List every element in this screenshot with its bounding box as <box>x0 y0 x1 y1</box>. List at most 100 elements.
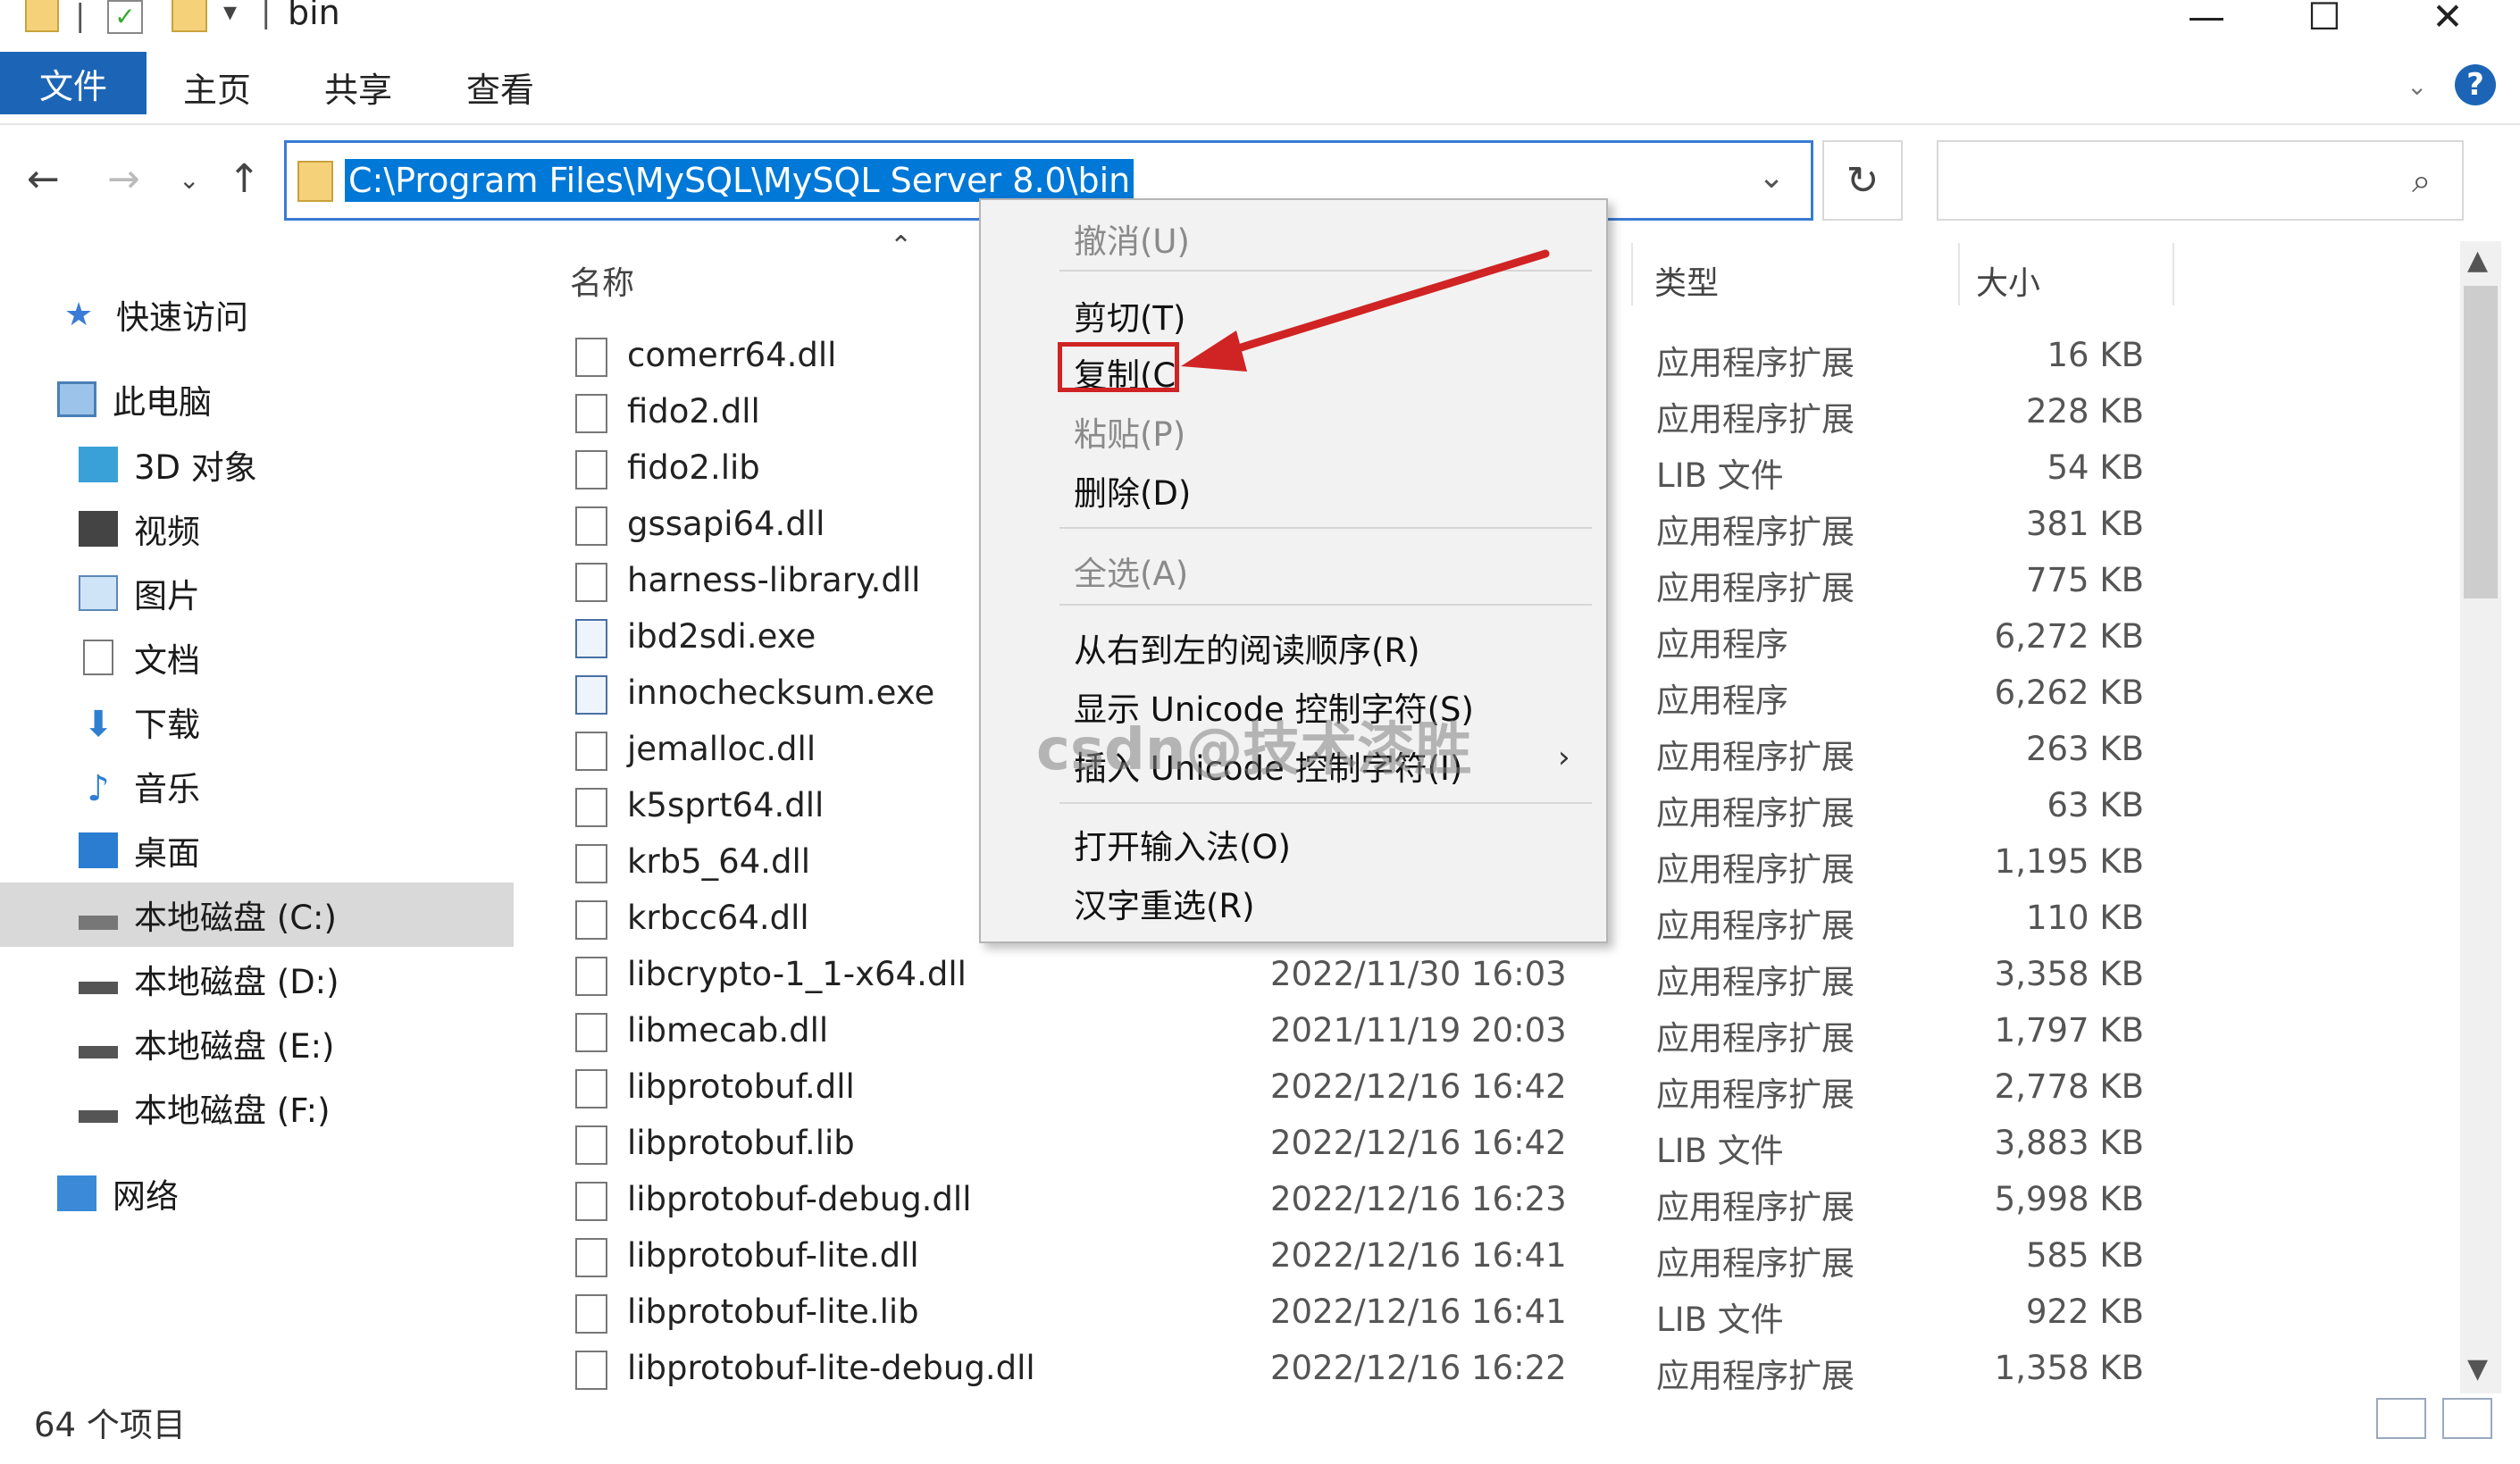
nav-label: 网络 <box>113 1177 179 1216</box>
file-type: 应用程序扩展 <box>1656 738 1854 776</box>
file-row[interactable]: libprotobuf-lite.dll 2022/12/16 16:41 应用程序… <box>572 1229 2144 1285</box>
column-divider[interactable] <box>2173 243 2174 305</box>
large-icons-view-button[interactable] <box>2442 1398 2492 1439</box>
scroll-up-icon[interactable]: ▲ <box>2467 245 2488 276</box>
nav-this-pc[interactable]: 此电脑 <box>57 371 212 428</box>
search-input[interactable] <box>1937 140 2464 221</box>
nav-drive-c[interactable]: 本地磁盘 (C:) <box>79 886 337 943</box>
nav-label: 本地磁盘 (C:) <box>134 899 337 937</box>
minimize-button[interactable]: — <box>2180 0 2233 38</box>
tab-share[interactable]: 共享 <box>324 63 392 112</box>
nav-desktop[interactable]: 桌面 <box>79 822 200 879</box>
nav-music[interactable]: ♪ 音乐 <box>79 757 200 815</box>
nav-label: 本地磁盘 (F:) <box>134 1092 331 1130</box>
dll-file-icon <box>575 844 607 883</box>
file-name: harness-library.dll <box>627 561 921 599</box>
file-row[interactable]: libcrypto-1_1-x64.dll 2022/11/30 16:03 应用程… <box>572 948 2144 1004</box>
menu-item-select-all[interactable]: 全选(A) <box>1074 547 1188 595</box>
nav-3d-objects[interactable]: 3D 对象 <box>79 436 257 493</box>
file-date: 2022/12/16 16:23 <box>1270 1180 1567 1218</box>
refresh-button[interactable]: ↻ <box>1822 140 1903 221</box>
scrollbar-thumb[interactable] <box>2464 286 2498 598</box>
help-button[interactable]: ? <box>2455 64 2496 105</box>
file-date: 2022/11/30 16:03 <box>1270 955 1567 993</box>
chevron-down-icon[interactable]: ⌄ <box>2407 71 2427 101</box>
exe-file-icon <box>575 675 607 715</box>
recent-locations-chevron-icon[interactable]: ⌄ <box>179 165 199 195</box>
file-row[interactable]: libprotobuf.dll 2022/12/16 16:42 应用程序扩展 2,7… <box>572 1060 2144 1117</box>
file-size: 6,272 KB <box>1994 617 2144 656</box>
file-row[interactable]: libmecab.dll 2021/11/19 20:03 应用程序扩展 1,797 … <box>572 1004 2144 1060</box>
tab-file[interactable]: 文件 <box>0 52 147 114</box>
column-divider[interactable] <box>1631 243 1633 305</box>
up-arrow-icon[interactable]: ↑ <box>228 156 261 202</box>
column-header-type[interactable]: 类型 <box>1654 257 1719 304</box>
nav-downloads[interactable]: ⬇ 下载 <box>79 693 200 750</box>
file-name: krbcc64.dll <box>627 899 809 937</box>
customize-quick-access-icon[interactable]: ▾ <box>223 0 237 28</box>
computer-icon <box>57 381 96 417</box>
file-name: ibd2sdi.exe <box>627 617 816 656</box>
status-item-count: 64 个项目 <box>34 1406 186 1444</box>
file-icon <box>575 1294 607 1334</box>
file-name: libmecab.dll <box>627 1011 829 1050</box>
file-row[interactable]: libprotobuf.lib 2022/12/16 16:42 LIB 文件 3,8… <box>572 1117 2144 1173</box>
file-name: krb5_64.dll <box>627 842 811 881</box>
menu-item-delete[interactable]: 删除(D) <box>1074 466 1191 514</box>
chevron-down-icon[interactable]: ⌄ <box>1758 159 1785 196</box>
nav-drive-f[interactable]: 本地磁盘 (F:) <box>79 1079 331 1136</box>
nav-drive-d[interactable]: 本地磁盘 (D:) <box>79 950 339 1008</box>
new-folder-icon[interactable] <box>172 0 207 32</box>
file-row[interactable]: libprotobuf-debug.dll 2022/12/16 16:23 应用程… <box>572 1173 2144 1229</box>
quick-access-separator: | <box>75 0 86 34</box>
file-date: 2022/12/16 16:22 <box>1270 1349 1567 1387</box>
column-header-name[interactable]: 名称 <box>570 257 634 304</box>
menu-item-reconvert[interactable]: 汉字重选(R) <box>1074 879 1255 927</box>
tab-view[interactable]: 查看 <box>466 63 534 112</box>
file-size: 381 KB <box>2025 505 2144 543</box>
file-size: 63 KB <box>2047 786 2145 824</box>
file-size: 585 KB <box>2025 1236 2144 1275</box>
file-type: 应用程序扩展 <box>1656 1019 1854 1058</box>
forward-arrow-icon[interactable]: → <box>107 156 140 202</box>
menu-item-paste[interactable]: 粘贴(P) <box>1074 407 1185 456</box>
search-icon[interactable]: ⌕ <box>2412 161 2431 201</box>
star-icon: ★ <box>64 297 94 333</box>
file-name: k5sprt64.dll <box>627 786 825 824</box>
file-size: 922 KB <box>2025 1293 2144 1331</box>
menu-item-open-ime[interactable]: 打开输入法(O) <box>1074 820 1291 868</box>
file-date: 2021/11/19 20:03 <box>1270 1011 1567 1050</box>
nav-documents[interactable]: 文档 <box>79 629 200 686</box>
submenu-chevron-icon: › <box>1558 740 1570 775</box>
nav-videos[interactable]: 视频 <box>79 500 200 557</box>
address-path[interactable]: C:\Program Files\MySQL\MySQL Server 8.0\… <box>345 159 1134 202</box>
menu-item-rtl-reading[interactable]: 从右到左的阅读顺序(R) <box>1074 623 1420 672</box>
properties-check-icon[interactable]: ✓ <box>107 0 143 34</box>
nav-drive-e[interactable]: 本地磁盘 (E:) <box>79 1015 334 1072</box>
column-header-size[interactable]: 大小 <box>1976 257 2040 304</box>
nav-network[interactable]: 网络 <box>57 1165 179 1222</box>
back-arrow-icon[interactable]: ← <box>27 156 60 202</box>
details-view-button[interactable] <box>2376 1398 2426 1439</box>
file-date: 2022/12/16 16:41 <box>1270 1293 1567 1331</box>
file-date: 2022/12/16 16:42 <box>1270 1124 1567 1162</box>
scroll-down-icon[interactable]: ▼ <box>2467 1353 2488 1385</box>
file-row[interactable]: libprotobuf-lite.lib 2022/12/16 16:41 LIB … <box>572 1285 2144 1342</box>
file-size: 3,358 KB <box>1994 955 2144 993</box>
file-name: libprotobuf-lite.lib <box>627 1293 919 1331</box>
column-divider[interactable] <box>1958 243 1960 305</box>
dll-file-icon <box>575 1182 607 1221</box>
file-type: LIB 文件 <box>1656 1132 1784 1170</box>
tab-home[interactable]: 主页 <box>183 63 251 112</box>
file-name: libcrypto-1_1-x64.dll <box>627 955 967 993</box>
window-title: bin <box>288 0 340 32</box>
nav-pictures[interactable]: 图片 <box>79 565 200 622</box>
nav-label: 此电脑 <box>113 383 212 422</box>
file-row[interactable]: libprotobuf-lite-debug.dll 2022/12/16 16:… <box>572 1342 2144 1398</box>
nav-quick-access[interactable]: ★ 快速访问 <box>64 286 248 343</box>
file-name: libprotobuf-lite-debug.dll <box>627 1349 1035 1387</box>
nav-label: 文档 <box>134 641 200 680</box>
close-button[interactable]: ✕ <box>2421 0 2474 38</box>
maximize-button[interactable]: ☐ <box>2298 0 2351 38</box>
file-size: 16 KB <box>2047 336 2145 374</box>
